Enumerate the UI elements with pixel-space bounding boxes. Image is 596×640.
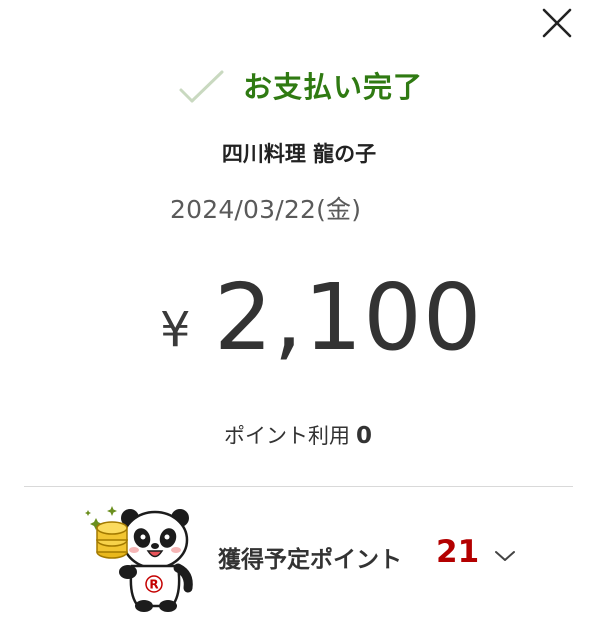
- points-used-label: ポイント利用: [223, 424, 350, 448]
- chevron-down-icon[interactable]: [493, 548, 517, 564]
- check-icon: [179, 70, 224, 103]
- close-button[interactable]: [538, 4, 576, 42]
- payment-status: お支払い完了: [0, 62, 596, 106]
- store-name: 四川料理 龍の子: [0, 138, 596, 168]
- panda-mascot-icon: R: [85, 506, 193, 612]
- store-name-text: 四川料理 龍の子: [221, 142, 377, 166]
- amount-value: 2,100: [214, 264, 483, 371]
- status-title: お支払い完了: [243, 70, 424, 104]
- svg-text:R: R: [149, 578, 158, 592]
- close-icon: [542, 8, 572, 38]
- points-earned-row[interactable]: R 獲得予定ポイント 21: [0, 496, 596, 616]
- payment-amount: ¥ 2,100: [0, 268, 596, 378]
- points-earned-value: 21: [436, 534, 480, 570]
- divider: [24, 486, 573, 487]
- rakuten-r-badge: R: [145, 575, 163, 593]
- points-used-value: 0: [355, 423, 372, 449]
- points-earned-label: 獲得予定ポイント: [218, 547, 402, 573]
- currency-symbol: ¥: [160, 302, 191, 358]
- payment-date: 2024/03/22(金): [170, 195, 362, 224]
- points-used: ポイント利用 0: [0, 420, 596, 450]
